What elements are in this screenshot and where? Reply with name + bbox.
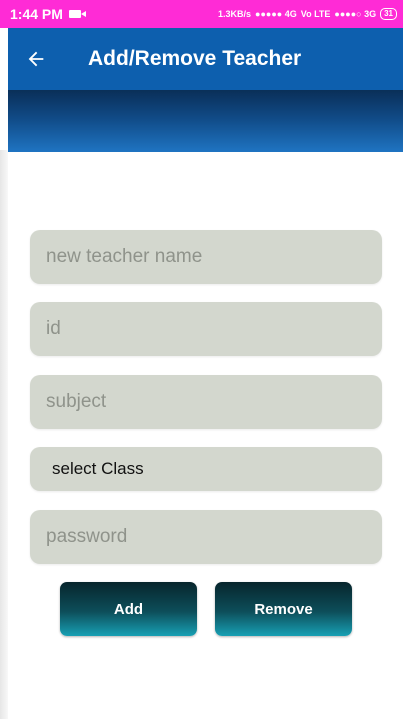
left-edge-shade [0,150,8,719]
page-title: Add/Remove Teacher [88,47,302,70]
status-bar: 1:44 PM 1.3KB/s ●●●●● 4G Vo LTE ●●●●○ 3G… [0,0,403,28]
network-speed: 1.3KB/s [218,9,252,19]
battery-icon: 31 [380,8,397,20]
volte-indicator: Vo LTE [300,9,331,19]
signal-2: ●●●●○ 3G [334,9,377,19]
subject-input[interactable]: subject [30,375,382,429]
remove-button[interactable]: Remove [215,582,352,636]
password-input[interactable]: password [30,510,382,564]
teacher-id-input[interactable]: id [30,302,382,356]
status-indicators: 1.3KB/s ●●●●● 4G Vo LTE ●●●●○ 3G 31 [218,8,397,20]
add-button[interactable]: Add [60,582,197,636]
header-gradient-band [8,90,403,152]
signal-1: ●●●●● 4G [255,9,297,19]
app-bar: Add/Remove Teacher [8,28,403,90]
class-select[interactable]: select Class [30,447,382,491]
teacher-name-input[interactable]: new teacher name [30,230,382,284]
status-time: 1:44 PM [10,6,63,22]
video-camera-icon [68,10,86,18]
arrow-back-icon[interactable] [8,28,64,90]
